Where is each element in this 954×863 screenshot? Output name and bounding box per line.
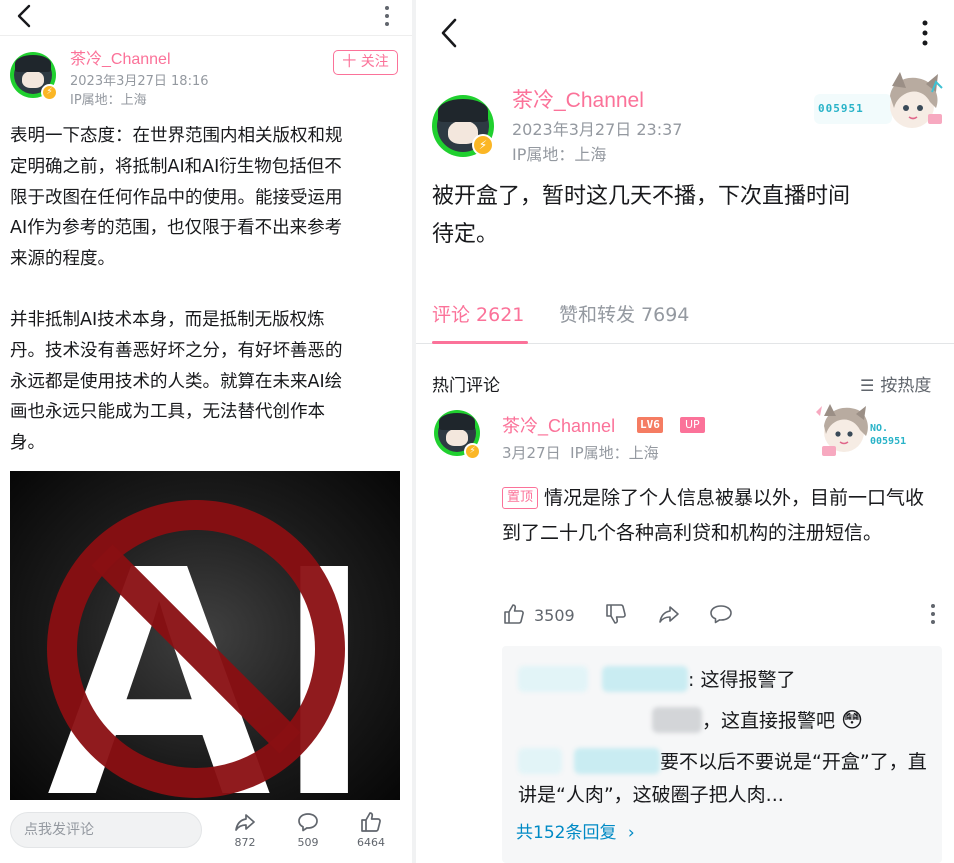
- reply-text: ，这直接报警吧: [702, 710, 836, 732]
- no-ai-image: AI: [40, 494, 370, 811]
- reply-more-label: 共152条回复: [516, 823, 617, 843]
- fan-badge-number: 005951: [818, 102, 864, 115]
- comment-actions: 3509: [502, 600, 942, 630]
- comment-text: 情况是除了个人信息被暴以外，目前一口气收到了二十几个各种高利贷和机构的注册短信。: [502, 487, 925, 544]
- reply-item[interactable]: ，这直接报警吧 😳: [518, 704, 928, 738]
- level-badge: LV6: [637, 417, 663, 433]
- post-paragraph: 并非抵制AI技术本身，而是抵制无版权炼 丹。技术没有善恶好坏之分，有好坏善恶的 …: [10, 309, 343, 454]
- share-count: 872: [234, 836, 256, 849]
- blurred-username: [602, 666, 689, 692]
- comment-count: 509: [297, 836, 319, 849]
- fan-badge-number: NO. 005951: [870, 423, 907, 447]
- ip-location: IP属地：上海: [512, 145, 607, 164]
- post-image[interactable]: AI: [10, 471, 400, 811]
- comment-button[interactable]: 509: [283, 810, 333, 849]
- tab-bar: 评论 2621 赞和转发 7694: [416, 296, 954, 344]
- active-tab-indicator: [432, 341, 528, 344]
- comment-bubble-icon: [298, 813, 318, 832]
- top-bar: [0, 0, 412, 36]
- comment-bubble-icon[interactable]: [708, 602, 734, 626]
- post-body: 表明一下态度：在世界范围内相关版权和规 定明确之前，将抵制AI和AI衍生物包括但…: [10, 121, 402, 459]
- reply-item[interactable]: : 这得报警了: [518, 664, 928, 697]
- share-icon: [235, 814, 255, 831]
- comment-meta: 3月27日 IP属地：上海: [502, 444, 659, 462]
- post-text: 被开盒了，暂时这几天不播，下次直播时间 待定。: [432, 184, 851, 247]
- replies-box: : 这得报警了 ，这直接报警吧 😳 要不以后不要说是“开盒”了，直讲是“人肉”，…: [502, 646, 942, 863]
- left-post-panel: 茶冷_Channel 2023年3月27日 18:16 IP属地：上海 十 关注…: [0, 0, 412, 863]
- tab-comments[interactable]: 评论 2621: [432, 300, 524, 327]
- up-badge: UP: [680, 417, 705, 433]
- anime-character-icon: [816, 404, 868, 456]
- follow-button[interactable]: 十 关注: [333, 50, 398, 75]
- author-name[interactable]: 茶冷_Channel: [70, 45, 171, 69]
- verified-badge-icon: [464, 443, 481, 460]
- verified-badge-icon: [472, 134, 494, 156]
- shocked-face-icon: 😳: [841, 708, 863, 732]
- post-date: 2023年3月27日 18:16: [70, 74, 209, 89]
- blurred-username: [574, 748, 661, 774]
- right-post-panel: 茶冷_Channel 2023年3月27日 23:37 IP属地：上海 0059…: [416, 0, 954, 863]
- hot-comments-heading: 热门评论: [432, 376, 500, 396]
- thumbs-up-icon[interactable]: [502, 602, 526, 626]
- comment-body: 置顶 情况是除了个人信息被暴以外，目前一口气收到了二十几个各种高利贷和机构的注册短…: [502, 481, 942, 551]
- more-vertical-icon[interactable]: [928, 602, 938, 626]
- reply-text: : 这得报警了: [688, 669, 796, 691]
- author-name[interactable]: 茶冷_Channel: [512, 84, 644, 114]
- like-count: 6464: [357, 836, 385, 849]
- like-button[interactable]: 6464: [346, 810, 396, 849]
- back-arrow-icon[interactable]: [12, 2, 38, 30]
- more-vertical-icon[interactable]: [920, 17, 930, 49]
- blurred-username: [518, 666, 588, 692]
- post-date: 2023年3月27日 23:37: [512, 120, 683, 139]
- post-paragraph: 表明一下态度：在世界范围内相关版权和规 定明确之前，将抵制AI和AI衍生物包括但…: [10, 126, 343, 270]
- fan-badge-decoration: NO. 005951: [814, 402, 924, 460]
- sort-label: 按热度: [880, 376, 932, 396]
- reply-item[interactable]: 要不以后不要说是“开盒”了，直讲是“人肉”，这破圈子把人肉...: [518, 746, 928, 812]
- share-button[interactable]: 872: [220, 810, 270, 849]
- ip-location: IP属地：上海: [70, 93, 147, 108]
- blurred-username: [518, 748, 562, 774]
- chevron-right-icon: ›: [627, 823, 635, 843]
- back-arrow-icon[interactable]: [438, 16, 462, 50]
- tab-likes-reposts[interactable]: 赞和转发 7694: [559, 300, 689, 327]
- fan-badge-decoration: 005951: [814, 72, 948, 136]
- sort-list-icon: ☰: [860, 376, 875, 395]
- verified-badge-icon: [41, 84, 58, 101]
- comment-like-count: 3509: [534, 606, 575, 625]
- sort-button[interactable]: ☰ 按热度: [860, 371, 931, 396]
- share-icon[interactable]: [656, 602, 682, 626]
- thumbs-down-icon[interactable]: [604, 602, 628, 626]
- more-vertical-icon[interactable]: [382, 2, 392, 30]
- commenter-name[interactable]: 茶冷_Channel: [502, 412, 615, 438]
- thumbs-up-icon: [361, 812, 381, 832]
- view-all-replies-link[interactable]: 共152条回复 ›: [516, 818, 635, 843]
- comment-input[interactable]: 点我发评论: [10, 812, 202, 848]
- blurred-username: [652, 707, 702, 733]
- pinned-badge: 置顶: [502, 487, 539, 509]
- bottom-action-bar: 点我发评论 872 509 6464: [0, 800, 412, 863]
